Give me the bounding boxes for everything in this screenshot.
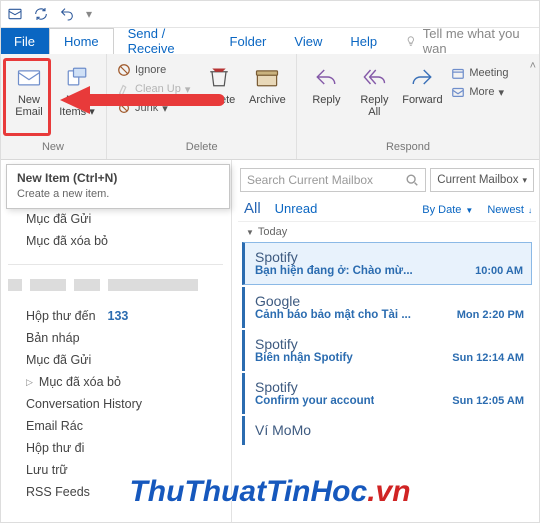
date-group-today[interactable]: Today xyxy=(238,221,536,242)
more-icon xyxy=(451,85,465,99)
tab-home[interactable]: Home xyxy=(49,28,114,54)
message-from: Ví MoMo xyxy=(255,422,524,438)
message-time: Sun 12:05 AM xyxy=(452,395,524,407)
ignore-icon xyxy=(117,63,131,77)
group-delete: Ignore Clean Up ▾ Junk ▾ Delete xyxy=(107,54,297,159)
nav-deleted[interactable]: ▷Mục đã xóa bỏ xyxy=(8,371,223,393)
message-from: Spotify xyxy=(255,249,523,265)
nav-archive[interactable]: Lưu trữ xyxy=(8,459,223,481)
message-subject: Bạn hiện đang ở: Chào mừ... xyxy=(255,265,413,277)
delete-button[interactable]: Delete xyxy=(196,58,242,109)
nav-outbox[interactable]: Hộp thư đi xyxy=(8,437,223,459)
nav-deleted-fav[interactable]: Mục đã xóa bỏ xyxy=(8,230,223,252)
reply-button[interactable]: Reply xyxy=(303,58,349,109)
tab-help[interactable]: Help xyxy=(336,28,391,54)
nav-inbox[interactable]: Hộp thư đến133 xyxy=(8,305,223,327)
ribbon: ˄ New Email New Items ▾ New xyxy=(0,54,540,160)
filter-unread[interactable]: Unread xyxy=(275,201,318,216)
group-label-new: New xyxy=(6,139,100,157)
reply-all-icon xyxy=(358,61,390,93)
new-email-tooltip: New Item (Ctrl+N) Create a new item. xyxy=(6,164,230,209)
search-scope-dropdown[interactable]: Current Mailbox▾ xyxy=(430,168,534,192)
group-new: New Email New Items ▾ New xyxy=(0,54,107,159)
message-item[interactable]: GoogleCảnh báo bảo mật cho Tài ... Mon 2:… xyxy=(242,287,532,328)
message-time: 10:00 AM xyxy=(475,265,523,277)
message-item[interactable]: SpotifyConfirm your account Sun 12:05 AM xyxy=(242,373,532,414)
message-subject: Cảnh báo bảo mật cho Tài ... xyxy=(255,309,411,321)
nav-junk[interactable]: Email Rác xyxy=(8,415,223,437)
forward-button[interactable]: Forward xyxy=(399,58,445,109)
search-input[interactable]: Search Current Mailbox xyxy=(240,168,426,192)
filter-row: All Unread By Date▼ Newest↓ xyxy=(238,200,536,221)
folder-pane: Mục đã Gửi Mục đã xóa bỏ Hộp thư đến133 … xyxy=(0,160,232,523)
respond-more-button[interactable]: More ▾ xyxy=(447,83,512,101)
title-bar: ▾ xyxy=(0,0,540,28)
ribbon-tabstrip: File Home Send / Receive Folder View Hel… xyxy=(0,28,540,54)
tab-sendreceive[interactable]: Send / Receive xyxy=(114,28,216,54)
group-label-respond: Respond xyxy=(303,139,512,157)
nav-drafts[interactable]: Bản nháp xyxy=(8,327,223,349)
tell-me-search[interactable]: Tell me what you wan xyxy=(391,28,540,54)
tab-folder[interactable]: Folder xyxy=(216,28,281,54)
lightbulb-icon xyxy=(405,34,417,48)
nav-rss[interactable]: RSS Feeds xyxy=(8,481,223,503)
outlook-app-icon xyxy=(6,5,24,23)
group-respond: Reply Reply All Forward Meeting xyxy=(297,54,518,159)
customize-qat-dropdown[interactable]: ▾ xyxy=(84,5,94,23)
search-icon xyxy=(405,173,419,187)
new-email-button[interactable]: New Email xyxy=(6,58,52,121)
archive-icon xyxy=(251,61,283,93)
message-subject: Confirm your account xyxy=(255,395,374,407)
undo-icon[interactable] xyxy=(58,5,76,23)
message-subject: Biên nhận Spotify xyxy=(255,352,353,364)
archive-button[interactable]: Archive xyxy=(244,58,290,109)
account-header-redacted[interactable] xyxy=(8,279,223,295)
message-time: Sun 12:14 AM xyxy=(452,352,524,364)
nav-sent[interactable]: Mục đã Gửi xyxy=(8,349,223,371)
message-item[interactable]: Ví MoMo xyxy=(242,416,532,445)
message-from: Google xyxy=(255,293,524,309)
meeting-button[interactable]: Meeting xyxy=(447,64,512,82)
junk-icon xyxy=(117,101,131,115)
new-items-icon xyxy=(61,61,93,93)
collapse-ribbon-icon[interactable]: ˄ xyxy=(530,60,536,72)
new-email-icon xyxy=(13,61,45,93)
delete-icon xyxy=(203,61,235,93)
tab-view[interactable]: View xyxy=(280,28,336,54)
message-item[interactable]: SpotifyBiên nhận Spotify Sun 12:14 AM xyxy=(242,330,532,371)
reply-all-button[interactable]: Reply All xyxy=(351,58,397,121)
reply-icon xyxy=(310,61,342,93)
ignore-button[interactable]: Ignore xyxy=(113,61,194,79)
sort-by-dropdown[interactable]: By Date▼ xyxy=(422,204,473,216)
filter-all[interactable]: All xyxy=(244,200,261,217)
sort-order-dropdown[interactable]: Newest↓ xyxy=(487,204,532,216)
message-from: Spotify xyxy=(255,379,524,395)
tooltip-desc: Create a new item. xyxy=(17,188,219,200)
qat-sendreceive-icon[interactable] xyxy=(32,5,50,23)
tab-file[interactable]: File xyxy=(0,28,49,54)
message-list-pane: Search Current Mailbox Current Mailbox▾ … xyxy=(232,160,540,523)
group-label-delete: Delete xyxy=(113,139,290,157)
message-time: Mon 2:20 PM xyxy=(457,309,524,321)
new-items-button[interactable]: New Items ▾ xyxy=(54,58,100,121)
cleanup-button[interactable]: Clean Up ▾ xyxy=(113,80,194,98)
junk-button[interactable]: Junk ▾ xyxy=(113,99,194,117)
cleanup-icon xyxy=(117,82,131,96)
nav-conversation-history[interactable]: Conversation History xyxy=(8,393,223,415)
content-body: Mục đã Gửi Mục đã xóa bỏ Hộp thư đến133 … xyxy=(0,160,540,523)
nav-sent-fav[interactable]: Mục đã Gửi xyxy=(8,208,223,230)
forward-icon xyxy=(406,61,438,93)
tooltip-title: New Item (Ctrl+N) xyxy=(17,171,219,185)
message-from: Spotify xyxy=(255,336,524,352)
message-item[interactable]: SpotifyBạn hiện đang ở: Chào mừ... 10:00 … xyxy=(242,242,532,285)
meeting-icon xyxy=(451,66,465,80)
